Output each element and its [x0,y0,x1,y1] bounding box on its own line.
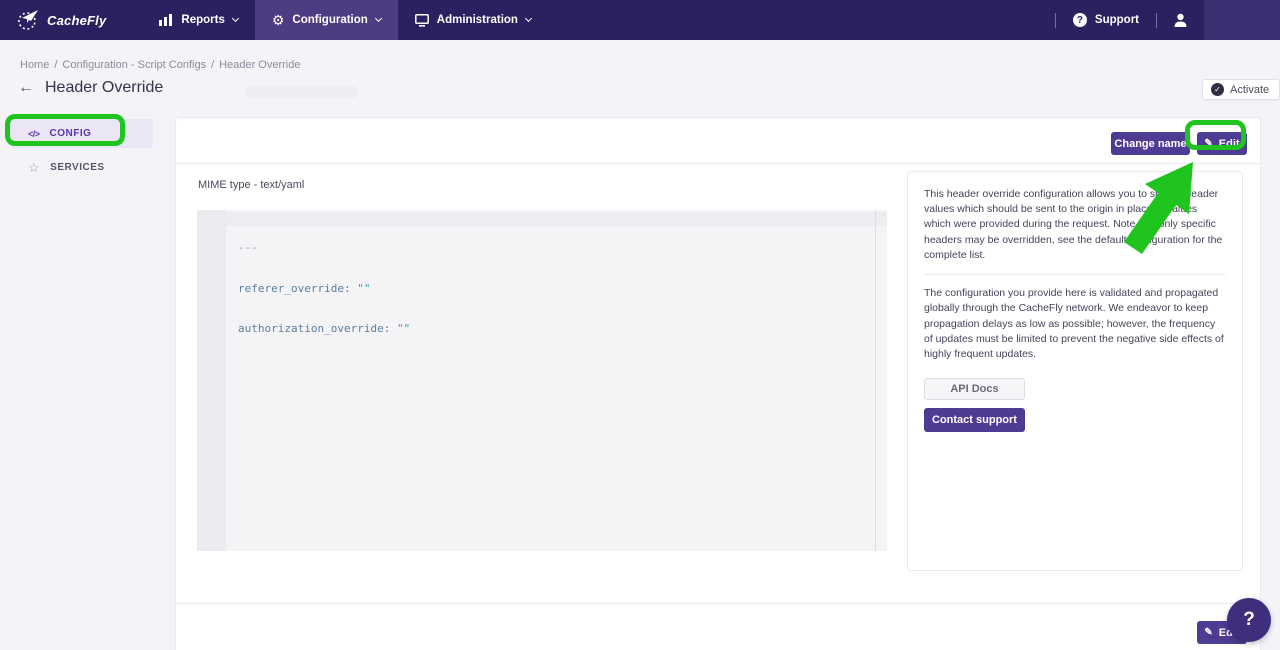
help-fab-button[interactable]: ? [1227,598,1271,642]
page-title: Header Override [45,79,163,97]
code-icon: </> [28,129,40,139]
card-footer-divider [176,603,1260,604]
check-circle-icon: ✓ [1211,83,1224,96]
breadcrumb-separator: / [54,59,57,71]
yaml-value: "" [357,282,370,295]
edit-label: Edit [1219,138,1240,150]
config-card: Change name ✎ Edit MIME type - text/yaml… [175,117,1261,650]
person-icon [1172,12,1189,29]
change-name-button[interactable]: Change name [1111,132,1190,155]
contact-support-button[interactable]: Contact support [924,408,1025,432]
yaml-code-editor[interactable]: --- referer_override: "" authorization_o… [197,210,887,551]
monitor-icon [415,14,429,27]
editor-gutter [197,210,226,551]
pencil-icon: ✎ [1204,628,1212,638]
top-navbar: CacheFly Reports ⚙ Configuration [0,0,1280,40]
page-body: Home / Configuration - Script Configs / … [0,40,1280,650]
yaml-key: referer_override: [238,282,351,295]
brand-logo[interactable]: CacheFly [0,8,120,32]
info-divider [924,274,1226,275]
sidebar-item-label: SERVICES [50,162,104,173]
sidebar-item-services[interactable]: ☆ SERVICES [28,161,105,174]
app-root: CacheFly Reports ⚙ Configuration [0,0,1280,650]
contact-support-label: Contact support [932,414,1017,426]
gear-icon: ⚙ [272,13,285,27]
code-line: --- [238,241,410,255]
cachefly-plane-icon [16,8,40,32]
help-icon: ? [1243,609,1255,631]
info-paragraph-1: This header override configuration allow… [924,187,1226,263]
nav-item-administration[interactable]: Administration [398,0,548,40]
nav-item-label: Reports [181,14,224,26]
pencil-icon: ✎ [1204,139,1212,149]
yaml-value: "" [397,322,410,335]
mime-type-label: MIME type - text/yaml [198,179,304,191]
yaml-key: authorization_override: [238,322,390,335]
skeleton-bar [245,86,357,98]
nav-item-reports[interactable]: Reports [142,0,254,40]
api-docs-button[interactable]: API Docs [924,378,1025,400]
sidebar-item-label: CONFIG [50,128,92,139]
yaml-doc-start: --- [238,241,258,254]
chevron-down-icon [232,15,239,22]
support-label: Support [1095,14,1139,26]
breadcrumb-separator: / [211,59,214,71]
api-docs-label: API Docs [950,383,998,395]
brand-name: CacheFly [47,13,106,28]
activate-label: Activate [1230,84,1269,96]
nav-item-label: Configuration [292,14,367,26]
editor-scrollbar[interactable] [875,210,876,551]
breadcrumb-current: Header Override [219,59,300,71]
edit-button-top[interactable]: ✎ Edit [1197,132,1247,155]
sidebar-item-config[interactable]: </> CONFIG [10,119,153,148]
question-circle-icon: ? [1073,13,1087,27]
change-name-label: Change name [1114,138,1186,150]
breadcrumb-home[interactable]: Home [20,59,49,71]
code-line: authorization_override: "" [238,322,410,336]
breadcrumb: Home / Configuration - Script Configs / … [20,59,300,71]
nav-item-support[interactable]: ? Support [1056,0,1156,40]
user-menu-button[interactable] [1157,0,1204,40]
nav-item-configuration[interactable]: ⚙ Configuration [255,0,398,40]
back-arrow-icon[interactable]: ← [18,80,34,96]
bar-chart-icon [159,14,173,26]
nav-item-label: Administration [437,14,518,26]
nav-right: ? Support [1055,0,1280,40]
account-area[interactable] [1204,0,1280,40]
chevron-down-icon [375,15,382,22]
info-paragraph-2: The configuration you provide here is va… [924,286,1226,362]
editor-content: --- referer_override: "" authorization_o… [238,214,410,363]
star-icon: ☆ [28,161,40,174]
title-row: ← Header Override [18,79,163,97]
code-line: referer_override: "" [238,282,410,296]
card-header-divider [176,163,1260,164]
chevron-down-icon [525,15,532,22]
activate-button[interactable]: ✓ Activate [1202,79,1280,100]
info-panel: This header override configuration allow… [907,171,1243,571]
main-nav: Reports ⚙ Configuration Administration [142,0,548,40]
breadcrumb-script-configs[interactable]: Configuration - Script Configs [62,59,206,71]
